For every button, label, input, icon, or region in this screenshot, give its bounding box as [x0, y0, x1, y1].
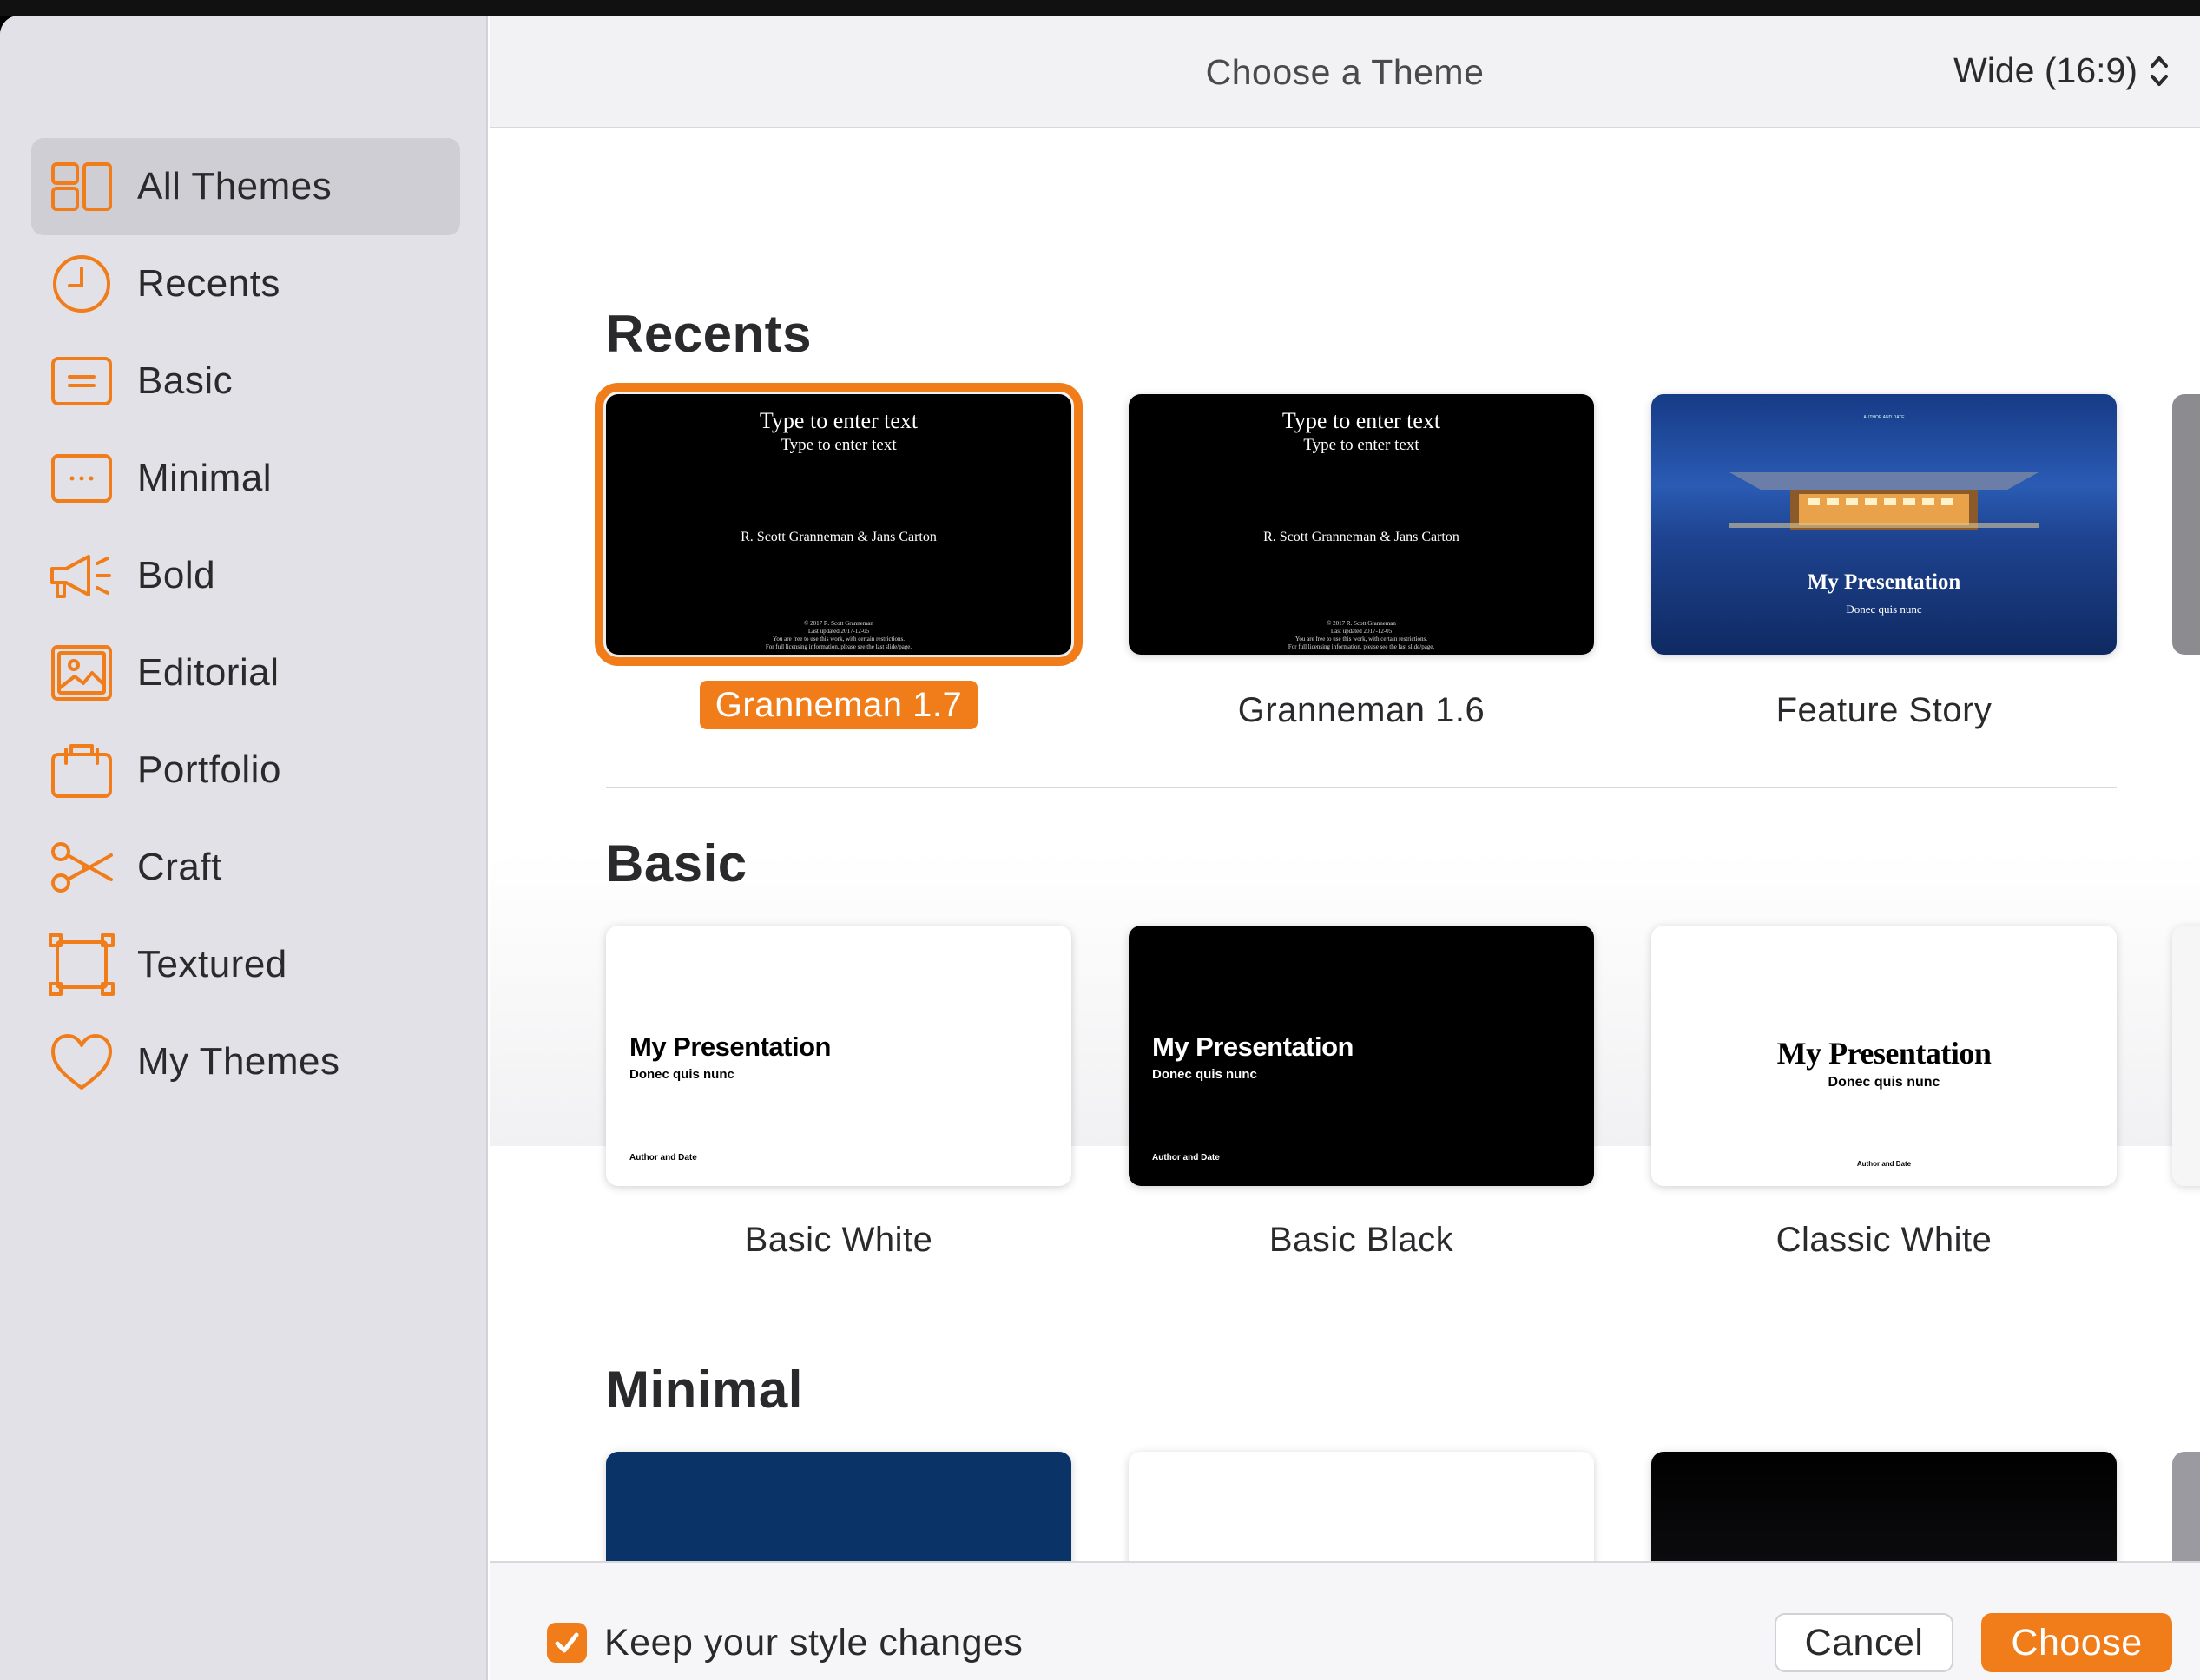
heart-icon: [49, 1029, 115, 1095]
slide-footer-line: © 2017 R. Scott Granneman: [1327, 620, 1396, 627]
theme-card-basic-black[interactable]: My Presentation Donec quis nunc Author a…: [1129, 926, 1594, 1186]
theme-card-partial[interactable]: [2172, 394, 2200, 655]
sidebar-list: All Themes Recents Basic Minimal Bold Ed…: [31, 138, 460, 1110]
slide-footer-line: You are free to use this work, with cert…: [773, 636, 905, 642]
slide-subtitle: Donec quis nunc: [1828, 1075, 1940, 1090]
slide-footer-line: © 2017 R. Scott Granneman: [804, 620, 873, 627]
dialog-footer: Keep your style changes Cancel Choose: [490, 1561, 2200, 1680]
section-title-basic: Basic: [606, 834, 748, 893]
slide-subtitle: Type to enter text: [1303, 436, 1419, 454]
slide-footer: © 2017 R. Scott Granneman Last updated 2…: [606, 620, 1071, 651]
slide-footer: © 2017 R. Scott Granneman Last updated 2…: [1129, 620, 1594, 651]
megaphone-icon: [49, 543, 115, 609]
sidebar-item-editorial[interactable]: Editorial: [31, 624, 460, 721]
theme-gallery[interactable]: Recents Type to enter text Type to enter…: [490, 130, 2200, 1576]
slide-subtitle: Donec quis nunc: [629, 1067, 734, 1082]
all-themes-icon: [49, 154, 115, 220]
slide-title: My Presentation: [629, 1031, 831, 1062]
theme-name-granneman-1-7[interactable]: Granneman 1.7: [606, 681, 1071, 729]
sidebar-item-craft[interactable]: Craft: [31, 819, 460, 916]
slide-author: R. Scott Granneman & Jans Carton: [1263, 530, 1459, 544]
basic-slide-icon: [49, 348, 115, 414]
section-divider: [606, 787, 2117, 788]
slide-title: Type to enter text: [759, 408, 919, 433]
sidebar-item-label: Editorial: [137, 651, 280, 694]
slide-subtitle: Type to enter text: [781, 436, 897, 454]
slide-footer-line: For full licensing information, please s…: [765, 643, 912, 650]
sidebar-item-label: Minimal: [137, 457, 273, 499]
slide-title: My Presentation: [1807, 570, 1961, 594]
section-title-recents: Recents: [606, 305, 812, 363]
sidebar-item-minimal[interactable]: Minimal: [31, 430, 460, 527]
sidebar-item-textured[interactable]: Textured: [31, 916, 460, 1013]
slide-author: R. Scott Granneman & Jans Carton: [741, 530, 937, 544]
scissors-icon: [49, 834, 115, 900]
checkmark-icon: [555, 1632, 579, 1653]
sidebar-item-label: Craft: [137, 846, 222, 888]
textured-frame-icon: [49, 932, 115, 998]
theme-card-minimal-white[interactable]: [1129, 1452, 1594, 1576]
slide-subtitle: Donec quis nunc: [1152, 1067, 1257, 1082]
slide-title: My Presentation: [1776, 1036, 1992, 1071]
slide-author: Author and Date: [1152, 1153, 1220, 1163]
sidebar-item-label: Bold: [137, 554, 216, 596]
minimal-slide-icon: [49, 445, 115, 511]
opera-house-photo: [1729, 472, 2039, 530]
cancel-button[interactable]: Cancel: [1775, 1613, 1953, 1672]
clock-icon: [49, 251, 115, 317]
slide-size-select[interactable]: Wide (16:9): [1953, 50, 2169, 91]
theme-card-minimal-dark[interactable]: [1651, 1452, 2117, 1576]
sidebar-item-label: My Themes: [137, 1040, 340, 1083]
sidebar-item-label: Recents: [137, 262, 280, 305]
slide-footer-line: For full licensing information, please s…: [1288, 643, 1435, 650]
theme-card-feature-story[interactable]: AUTHOR AND DATE My Presentation Donec qu…: [1651, 394, 2117, 655]
slide-size-value: Wide (16:9): [1953, 50, 2137, 90]
sidebar-item-bold[interactable]: Bold: [31, 527, 460, 624]
dialog-header: Choose a Theme Wide (16:9): [490, 16, 2200, 128]
photo-icon: [49, 640, 115, 706]
theme-card-partial[interactable]: [2172, 926, 2200, 1186]
sidebar-item-my-themes[interactable]: My Themes: [31, 1013, 460, 1110]
keep-style-checkbox[interactable]: [547, 1623, 587, 1663]
sidebar-item-label: All Themes: [137, 165, 333, 208]
theme-card-partial[interactable]: [2172, 1452, 2200, 1576]
sidebar-item-all-themes[interactable]: All Themes: [31, 138, 460, 235]
theme-card-classic-white[interactable]: My Presentation Donec quis nunc Author a…: [1651, 926, 2117, 1186]
sidebar-item-recents[interactable]: Recents: [31, 235, 460, 333]
slide-footer-line: You are free to use this work, with cert…: [1295, 636, 1427, 642]
sidebar-item-label: Basic: [137, 359, 234, 402]
theme-card-minimal-blue[interactable]: [606, 1452, 1071, 1576]
theme-card-basic-white[interactable]: My Presentation Donec quis nunc Author a…: [606, 926, 1071, 1186]
up-down-chevron-icon: [2150, 54, 2169, 89]
theme-name-basic-black[interactable]: Basic Black: [1129, 1221, 1594, 1260]
dialog-title: Choose a Theme: [1205, 52, 1485, 92]
sidebar: All Themes Recents Basic Minimal Bold Ed…: [0, 16, 488, 1680]
selected-theme-label: Granneman 1.7: [699, 681, 978, 729]
theme-card-granneman-1-7[interactable]: Type to enter text Type to enter text R.…: [595, 383, 1083, 666]
theme-chooser-window: All Themes Recents Basic Minimal Bold Ed…: [0, 16, 2200, 1680]
theme-name-basic-white[interactable]: Basic White: [606, 1221, 1071, 1260]
sidebar-item-label: Textured: [137, 943, 287, 985]
slide-author: Author and Date: [629, 1153, 697, 1163]
slide-title: Type to enter text: [1281, 408, 1441, 433]
slide-title: My Presentation: [1152, 1031, 1354, 1062]
screen-top-edge: [0, 0, 2200, 16]
theme-name-granneman-1-6[interactable]: Granneman 1.6: [1129, 691, 1594, 730]
section-title-minimal: Minimal: [606, 1360, 803, 1419]
slide-author: Author and Date: [1856, 1160, 1912, 1168]
slide-header: AUTHOR AND DATE: [1863, 415, 1905, 420]
theme-card-granneman-1-6[interactable]: Type to enter text Type to enter text R.…: [1129, 394, 1594, 655]
theme-name-feature-story[interactable]: Feature Story: [1651, 691, 2117, 730]
keep-style-label[interactable]: Keep your style changes: [604, 1622, 1023, 1664]
slide-footer-line: Last updated 2017-12-05: [807, 628, 870, 635]
choose-button[interactable]: Choose: [1981, 1613, 2172, 1672]
portfolio-icon: [49, 737, 115, 803]
slide-subtitle: Donec quis nunc: [1846, 603, 1922, 616]
sidebar-item-basic[interactable]: Basic: [31, 333, 460, 430]
sidebar-item-label: Portfolio: [137, 748, 281, 791]
theme-name-classic-white[interactable]: Classic White: [1651, 1221, 2117, 1260]
slide-footer-line: Last updated 2017-12-05: [1330, 628, 1393, 635]
sidebar-item-portfolio[interactable]: Portfolio: [31, 721, 460, 819]
